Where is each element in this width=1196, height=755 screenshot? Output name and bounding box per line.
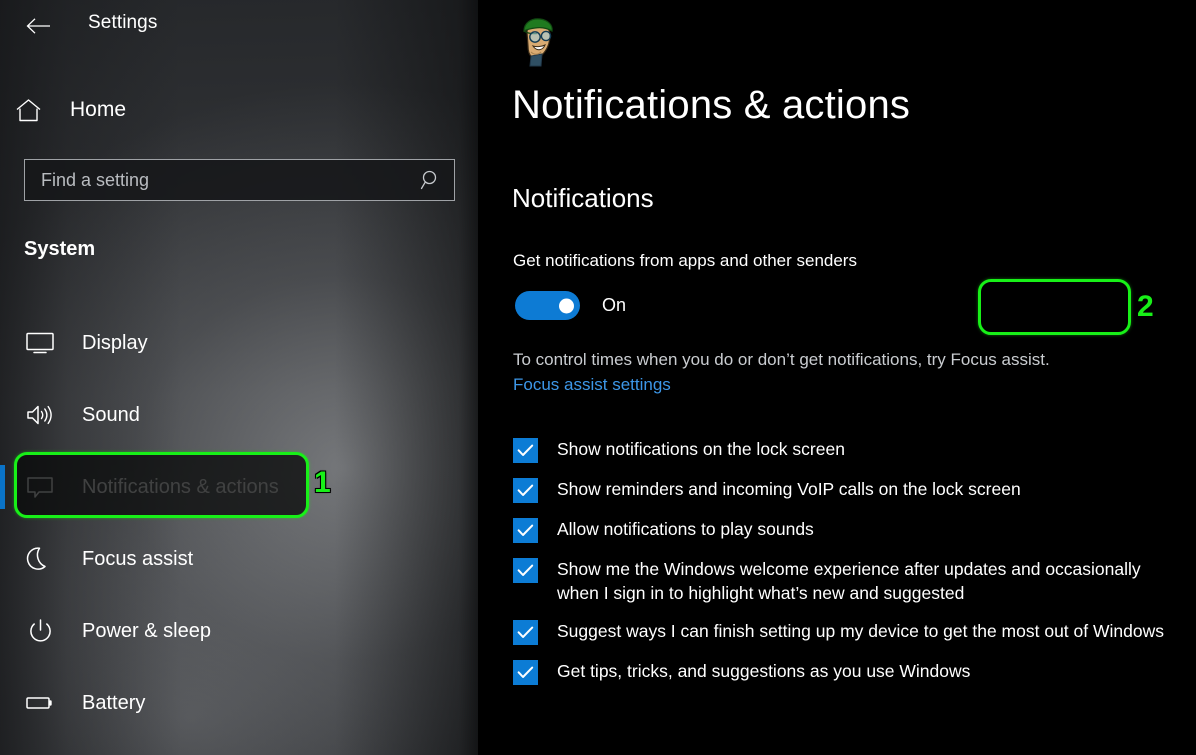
- toggle-state-label: On: [602, 295, 627, 315]
- list-item[interactable]: Suggest ways I can finish setting up my …: [513, 619, 1188, 645]
- toggle-switch[interactable]: [515, 291, 580, 320]
- sidebar-item-label: Sound: [82, 403, 140, 426]
- sidebar-item-label: Focus assist: [82, 547, 194, 570]
- focus-assist-settings-link[interactable]: Focus assist settings: [513, 375, 671, 395]
- list-item-label: Show notifications on the lock screen: [557, 439, 845, 459]
- annotation-number-2: 2: [1137, 290, 1154, 323]
- sidebar-item-label: Notifications & actions: [82, 475, 279, 498]
- speaker-icon: [12, 403, 68, 427]
- sidebar-item-home[interactable]: Home: [0, 88, 400, 132]
- back-arrow-icon[interactable]: [22, 10, 56, 42]
- sidebar-item-label: Home: [70, 98, 127, 121]
- section-title: Notifications: [512, 183, 654, 213]
- title-bar: Settings: [0, 0, 478, 52]
- sidebar-nav: Display Sound Notifications & actions Fo…: [0, 307, 478, 739]
- list-item-label: Get tips, tricks, and suggestions as you…: [557, 661, 971, 681]
- checkbox-checked-icon[interactable]: [513, 438, 538, 463]
- notifications-toggle[interactable]: On: [515, 291, 626, 320]
- app-title: Settings: [88, 12, 158, 33]
- sidebar: Settings Home Find a setting System Disp…: [0, 0, 478, 755]
- list-item[interactable]: Allow notifications to play sounds: [513, 517, 1188, 543]
- page-title: Notifications & actions: [512, 83, 911, 127]
- annotation-highlight-2: [978, 279, 1131, 335]
- speech-bubble-icon: [12, 475, 68, 500]
- sidebar-item-focus-assist[interactable]: Focus assist: [0, 523, 478, 595]
- list-item[interactable]: Show reminders and incoming VoIP calls o…: [513, 477, 1188, 503]
- search-input[interactable]: Find a setting: [24, 159, 455, 201]
- settings-window: Settings Home Find a setting System Disp…: [0, 0, 1196, 755]
- list-item-label: Allow notifications to play sounds: [557, 519, 814, 539]
- checkbox-checked-icon[interactable]: [513, 478, 538, 503]
- list-item[interactable]: Show notifications on the lock screen: [513, 437, 1188, 463]
- sidebar-item-power-sleep[interactable]: Power & sleep: [0, 595, 478, 667]
- search-placeholder: Find a setting: [41, 169, 150, 190]
- sidebar-item-label: Battery: [82, 691, 146, 714]
- notification-options-list: Show notifications on the lock screen Sh…: [513, 437, 1188, 699]
- sidebar-item-sound[interactable]: Sound: [0, 379, 478, 451]
- list-item-label: Show me the Windows welcome experience a…: [557, 559, 1141, 603]
- user-avatar-icon[interactable]: [514, 16, 562, 68]
- monitor-icon: [12, 331, 68, 355]
- search-icon[interactable]: [408, 169, 454, 191]
- moon-icon: [12, 546, 68, 572]
- toggle-thumb: [559, 298, 574, 313]
- sidebar-item-battery[interactable]: Battery: [0, 667, 478, 739]
- sidebar-item-notifications-actions[interactable]: Notifications & actions: [0, 451, 478, 523]
- sidebar-item-label: Display: [82, 331, 148, 354]
- checkbox-checked-icon[interactable]: [513, 518, 538, 543]
- sidebar-item-label: Power & sleep: [82, 619, 211, 642]
- list-item[interactable]: Show me the Windows welcome experience a…: [513, 557, 1188, 605]
- power-icon: [12, 618, 68, 645]
- battery-icon: [12, 694, 68, 712]
- list-item[interactable]: Get tips, tricks, and suggestions as you…: [513, 659, 1188, 685]
- home-icon: [0, 98, 56, 123]
- checkbox-checked-icon[interactable]: [513, 660, 538, 685]
- help-text: To control times when you do or don’t ge…: [513, 350, 1050, 369]
- checkbox-checked-icon[interactable]: [513, 558, 538, 583]
- sidebar-section-header: System: [24, 238, 96, 260]
- annotation-number-1: 1: [314, 466, 331, 499]
- list-item-label: Suggest ways I can finish setting up my …: [557, 621, 1164, 641]
- list-item-label: Show reminders and incoming VoIP calls o…: [557, 479, 1021, 499]
- toggle-label: Get notifications from apps and other se…: [513, 251, 857, 270]
- checkbox-checked-icon[interactable]: [513, 620, 538, 645]
- content-panel: Notifications & actions Notifications Ge…: [478, 0, 1196, 755]
- sidebar-item-display[interactable]: Display: [0, 307, 478, 379]
